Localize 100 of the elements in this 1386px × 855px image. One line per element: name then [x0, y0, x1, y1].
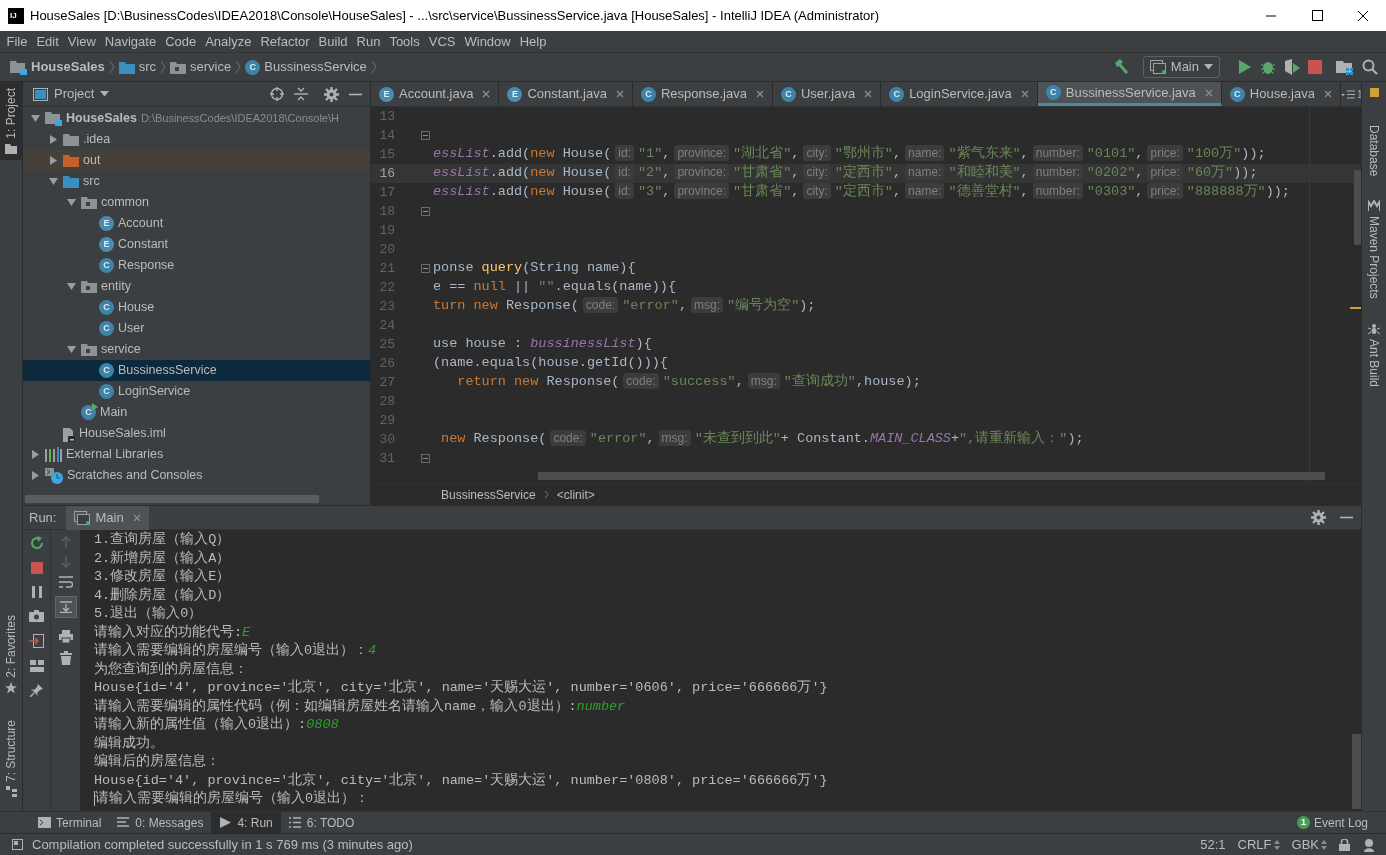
tree-item[interactable]: Scratches and Consoles: [23, 465, 370, 486]
breadcrumb-item[interactable]: BussinessService: [441, 485, 536, 504]
pause-icon[interactable]: [31, 586, 42, 598]
tree-item[interactable]: C House: [23, 297, 370, 318]
run-icon[interactable]: [1238, 59, 1252, 75]
collapse-arrow-icon[interactable]: [66, 199, 76, 206]
stop-icon[interactable]: [30, 562, 43, 574]
status-icon[interactable]: [12, 839, 23, 850]
tree-item[interactable]: src: [23, 171, 370, 192]
menu-item[interactable]: Edit: [31, 31, 64, 52]
tree-item[interactable]: .idea: [23, 129, 370, 150]
tree-item[interactable]: C Response: [23, 255, 370, 276]
trash-icon[interactable]: [59, 651, 72, 665]
line-separator-selector[interactable]: CRLF: [1237, 834, 1280, 855]
menu-item[interactable]: VCS: [424, 31, 460, 52]
scrollbar-thumb[interactable]: [1354, 170, 1361, 245]
tool-window-tab[interactable]: 4: Run: [211, 812, 281, 833]
soft-wrap-icon[interactable]: [58, 576, 73, 588]
tool-window-button[interactable]: Database: [1365, 125, 1383, 177]
scroll-to-end-button[interactable]: [54, 596, 77, 618]
editor-tab[interactable]: C BussinessService.java: [1037, 82, 1222, 106]
menu-item[interactable]: Run: [352, 31, 385, 52]
tree-item[interactable]: C LoginService: [23, 381, 370, 402]
tree-item[interactable]: out: [23, 150, 370, 171]
cursor-position[interactable]: 52:1: [1200, 834, 1226, 855]
menu-item[interactable]: Code: [160, 31, 201, 52]
menu-item[interactable]: Refactor: [255, 31, 315, 52]
breadcrumb-item[interactable]: C BussinessService: [245, 57, 367, 77]
fold-marker-icon[interactable]: [421, 454, 430, 463]
fold-marker-icon[interactable]: [421, 207, 430, 216]
scrollbar-thumb[interactable]: [25, 495, 319, 503]
editor-tab[interactable]: E Account.java: [371, 82, 500, 106]
exit-icon[interactable]: [29, 634, 44, 648]
menu-item[interactable]: Help: [515, 31, 551, 52]
debug-icon[interactable]: [1260, 59, 1276, 75]
editor-tab[interactable]: C Response.java: [632, 82, 773, 106]
camera-icon[interactable]: [29, 610, 44, 622]
menu-item[interactable]: Tools: [384, 31, 425, 52]
search-icon[interactable]: [1362, 59, 1378, 75]
menu-item[interactable]: Window: [459, 31, 516, 52]
breadcrumb-item[interactable]: <clinit>: [556, 485, 595, 504]
tool-window-tab[interactable]: Terminal: [30, 812, 110, 833]
scrollbar-thumb[interactable]: [538, 472, 1325, 480]
tree-item[interactable]: E Account: [23, 213, 370, 234]
tool-window-button[interactable]: 7: Structure: [0, 713, 22, 803]
inspector-icon[interactable]: [1362, 837, 1376, 852]
tree-item[interactable]: service: [23, 339, 370, 360]
tool-window-tab[interactable]: 6: TODO: [280, 812, 363, 833]
layout-icon[interactable]: [29, 660, 44, 672]
collapse-arrow-icon[interactable]: [66, 346, 76, 353]
tree-item[interactable]: HouseSales D:\BusinessCodes\IDEA2018\Console\H: [23, 108, 370, 129]
tree-item[interactable]: entity: [23, 276, 370, 297]
run-configuration-dropdown[interactable]: Main: [1142, 56, 1220, 78]
menu-item[interactable]: View: [63, 31, 101, 52]
scrollbar-thumb[interactable]: [1352, 734, 1361, 809]
expand-arrow-icon[interactable]: [31, 471, 39, 480]
tool-window-tab[interactable]: 0: Messages: [109, 812, 212, 833]
editor-tab[interactable]: C House.java: [1221, 82, 1341, 106]
collapse-icon[interactable]: [294, 87, 308, 101]
print-icon[interactable]: [58, 630, 73, 643]
tree-item[interactable]: External Libraries: [23, 444, 370, 465]
coverage-icon[interactable]: [1284, 59, 1300, 75]
tree-item[interactable]: C Main: [23, 402, 370, 423]
collapse-arrow-icon[interactable]: [66, 283, 76, 290]
breadcrumb-item[interactable]: service: [170, 57, 232, 77]
project-structure-icon[interactable]: [1336, 59, 1354, 75]
tree-item[interactable]: E Constant: [23, 234, 370, 255]
fold-marker-icon[interactable]: [421, 264, 430, 273]
breadcrumb-item[interactable]: HouseSales: [10, 57, 105, 77]
settings-icon[interactable]: [324, 86, 339, 102]
breadcrumb-item[interactable]: src: [118, 57, 157, 77]
event-log-button[interactable]: 1 Event Log: [1296, 813, 1368, 832]
tool-window-button[interactable]: Maven Projects: [1365, 200, 1383, 300]
run-tab[interactable]: Main: [66, 505, 149, 530]
locate-icon[interactable]: [270, 87, 284, 101]
menu-item[interactable]: Build: [314, 31, 352, 52]
editor-tab[interactable]: E Constant.java: [499, 82, 633, 106]
collapse-arrow-icon[interactable]: [48, 178, 58, 185]
menu-item[interactable]: Analyze: [200, 31, 256, 52]
tree-item[interactable]: C User: [23, 318, 370, 339]
fold-marker-icon[interactable]: [421, 131, 430, 140]
tree-item[interactable]: common: [23, 192, 370, 213]
settings-icon[interactable]: [1311, 510, 1326, 525]
expand-arrow-icon[interactable]: [49, 156, 57, 165]
menu-item[interactable]: File: [2, 31, 32, 52]
tool-window-button[interactable]: 1: Project: [0, 82, 22, 160]
expand-arrow-icon[interactable]: [31, 450, 39, 459]
tool-window-button[interactable]: Ant Build: [1365, 323, 1383, 388]
hammer-icon[interactable]: [1112, 59, 1129, 75]
rerun-icon[interactable]: [29, 536, 44, 550]
tool-window-button[interactable]: 2: Favorites: [0, 609, 22, 700]
expand-arrow-icon[interactable]: [49, 135, 57, 144]
encoding-selector[interactable]: GBK: [1291, 834, 1327, 855]
lock-icon[interactable]: [1339, 838, 1350, 851]
pin-icon[interactable]: [30, 684, 43, 697]
tree-item[interactable]: HouseSales.iml: [23, 423, 370, 444]
tree-item[interactable]: C BussinessService: [23, 360, 370, 381]
collapse-arrow-icon[interactable]: [30, 115, 40, 122]
menu-item[interactable]: Navigate: [100, 31, 161, 52]
editor-tab[interactable]: C LoginService.java: [881, 82, 1038, 106]
